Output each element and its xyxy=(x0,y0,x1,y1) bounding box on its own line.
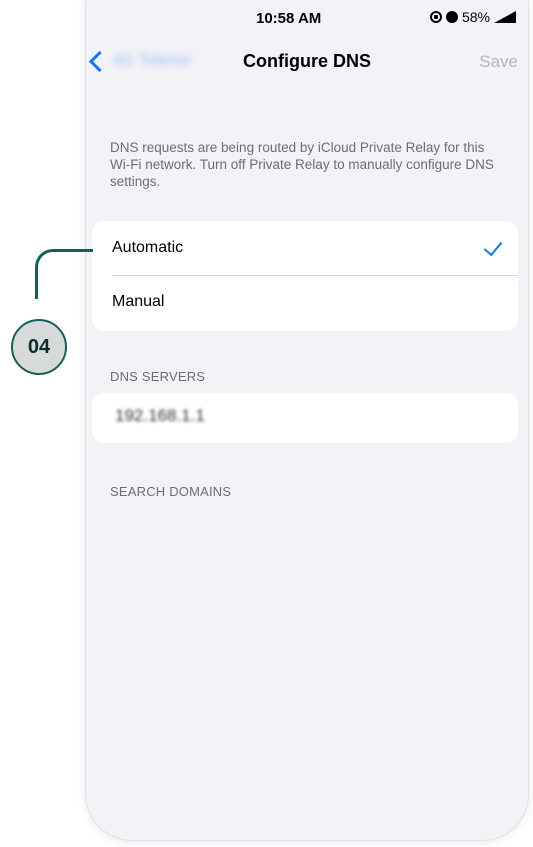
page-title: Configure DNS xyxy=(243,51,371,71)
battery-icon xyxy=(494,11,516,23)
battery-percent: 58% xyxy=(461,9,490,25)
checkmark-icon xyxy=(483,236,503,257)
option-label: Manual xyxy=(112,293,165,310)
private-relay-note: DNS requests are being routed by iCloud … xyxy=(110,140,494,189)
dns-servers-header: DNS SERVERS xyxy=(110,369,206,384)
dns-server-row[interactable]: 192.168.1.1 xyxy=(92,393,518,443)
status-time: 10:58 AM xyxy=(256,10,322,27)
dns-server-value: 192.168.1.1 xyxy=(115,406,205,425)
save-button[interactable]: Save xyxy=(479,52,518,72)
status-icons: 58% xyxy=(429,9,516,25)
callout-badge: 04 xyxy=(11,319,67,375)
callout-connector xyxy=(35,249,93,299)
alarm-icon xyxy=(445,11,458,23)
option-automatic[interactable]: Automatic xyxy=(92,221,518,275)
status-bar: 10:58 AM 58% xyxy=(86,0,528,36)
orientation-lock-icon xyxy=(429,11,442,23)
phone-screen: 10:58 AM 58% 4G Telenor Configure DNS Sa… xyxy=(86,0,528,840)
dns-mode-group: Automatic Manual xyxy=(92,221,518,331)
search-domains-header: SEARCH DOMAINS xyxy=(110,484,232,499)
option-label: Automatic xyxy=(112,239,184,256)
option-manual[interactable]: Manual xyxy=(92,275,518,329)
navigation-bar: 4G Telenor Configure DNS Save xyxy=(86,48,528,92)
